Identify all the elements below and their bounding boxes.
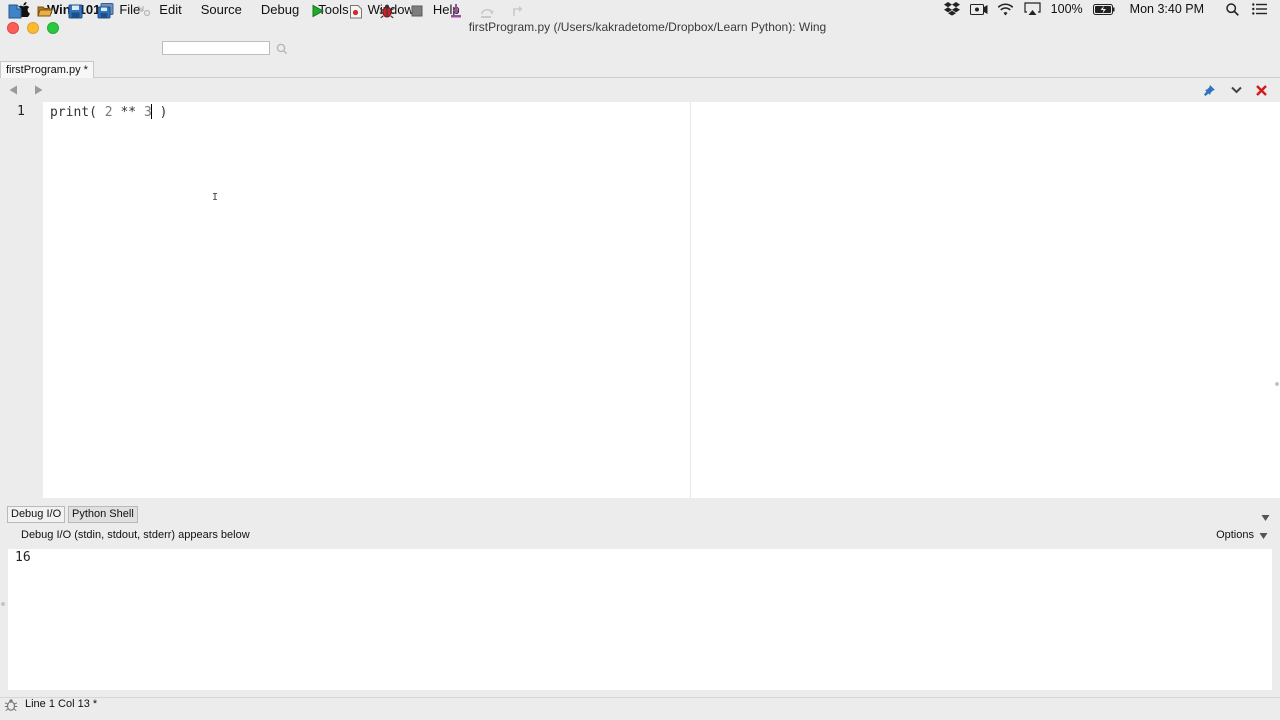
menu-source[interactable]: Source [201,2,242,17]
spotlight-search-icon[interactable] [1223,2,1241,16]
code-line[interactable]: print( 2 ** 3 ) [50,104,167,120]
close-editor-icon[interactable] [1255,84,1267,96]
tab-first-program[interactable]: firstProgram.py * [0,61,94,78]
menu-debug[interactable]: Debug [261,2,299,17]
step-over-button[interactable] [478,2,496,20]
battery-icon[interactable] [1092,2,1115,16]
wifi-icon[interactable] [997,2,1015,16]
code-function-call: print( [50,105,105,120]
debug-io-output[interactable] [8,549,1272,690]
save-button[interactable] [66,2,84,20]
line-number-gutter [0,102,43,498]
back-arrow-icon[interactable] [7,84,19,96]
run-to-cursor-button[interactable] [347,2,365,20]
battery-percent: 100% [1050,2,1083,16]
search-icon[interactable] [276,42,288,55]
options-label: Options [1216,529,1254,541]
save-all-button[interactable] [96,2,114,20]
tab-debug-io[interactable]: Debug I/O [7,506,66,523]
menu-edit[interactable]: Edit [159,2,181,17]
right-panel-sash-handle[interactable] [1274,374,1280,386]
debug-io-description: Debug I/O (stdin, stdout, stderr) appear… [21,529,250,541]
line-number: 1 [17,104,25,119]
chevron-down-icon[interactable] [1230,84,1242,96]
open-file-button[interactable] [36,2,54,20]
code-closing-paren: ) [151,105,168,120]
window-title: firstProgram.py (/Users/kakradetome/Drop… [468,20,827,34]
pin-icon[interactable] [1204,84,1216,96]
notification-center-icon[interactable] [1250,2,1268,16]
stop-button[interactable] [408,2,426,20]
options-arrow-icon [1259,531,1268,540]
tab-python-shell[interactable]: Python Shell [68,506,138,523]
screen-record-icon[interactable] [969,2,988,16]
code-operator: ** [112,105,144,120]
step-into-button[interactable] [447,2,465,20]
editor-nav-bar [0,80,1280,102]
macos-menu-bar: Wing101 File Edit Source Debug Tools Win… [0,0,1280,18]
left-sash-handle[interactable] [0,594,6,606]
editor-right-margin-guide [690,102,691,498]
new-file-button[interactable] [6,2,24,20]
window-title-bar: firstProgram.py (/Users/kakradetome/Drop… [0,18,1280,38]
cursor-position-status: Line 1 Col 13 * [25,698,98,710]
editor-tab-strip [0,60,1280,78]
code-number: 2 [104,105,113,120]
menu-extras: 100% Mon 3:40 PM [943,0,1280,18]
program-output: 16 [15,550,31,565]
dropbox-icon[interactable] [943,2,961,16]
status-bar [0,697,1280,720]
clock[interactable]: Mon 3:40 PM [1130,2,1204,16]
status-bug-icon[interactable] [4,698,18,712]
airplay-icon[interactable] [1024,2,1042,16]
find-selection-icon[interactable] [135,2,153,20]
run-button[interactable] [308,2,326,20]
toolbar-search-input[interactable] [162,41,270,55]
options-menu[interactable]: Options [1216,529,1268,541]
panel-menu-arrow-icon[interactable] [1261,509,1271,521]
debug-bug-button[interactable] [378,2,396,20]
step-out-button[interactable] [508,2,526,20]
ibeam-cursor-icon: I [212,192,219,203]
code-editor[interactable] [43,102,1280,498]
forward-arrow-icon[interactable] [32,84,44,96]
